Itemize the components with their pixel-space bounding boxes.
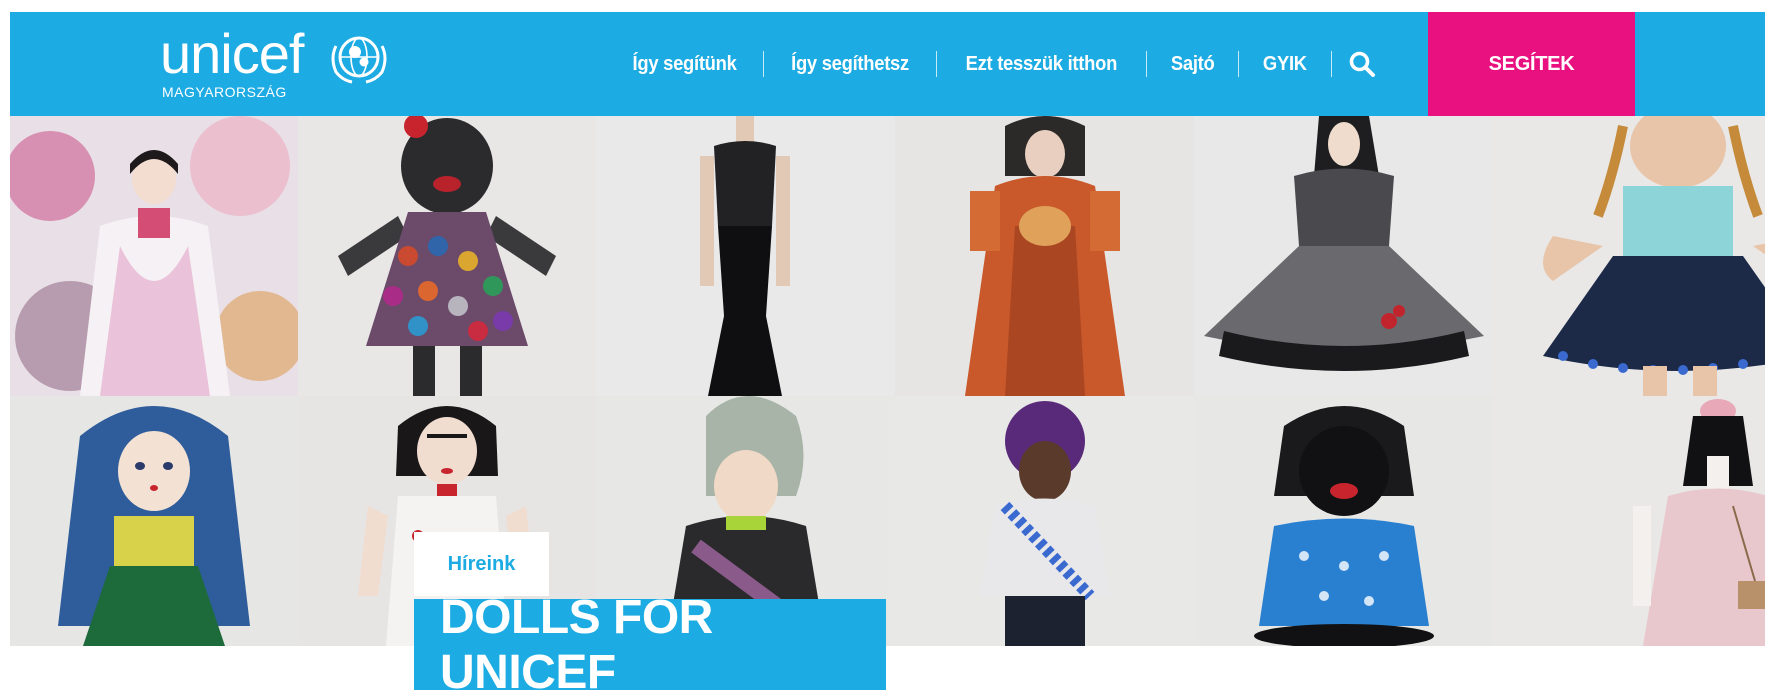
doll-photo-black-gown [596,116,895,396]
page-title: DOLLS FOR UNICEF [414,591,886,690]
doll-photo-floral-kimono [10,116,298,396]
news-category-tag[interactable]: Híreink [414,532,549,596]
search-button[interactable] [1332,12,1392,116]
doll-photo-blue-print-dress [1194,396,1493,646]
nav-divider [763,51,765,77]
logo-wordmark: unicef [160,22,304,85]
nav-divider [1238,51,1240,77]
nav-item-gyik[interactable]: GYIK [1243,53,1327,76]
doll-photo-grid [10,116,1765,646]
nav-item-sajto[interactable]: Sajtó [1150,53,1234,76]
donate-button[interactable]: SEGÍTEK [1428,12,1635,116]
nav-item-igy-segitunk[interactable]: Így segítünk [612,53,757,76]
doll-photo-blue-yarn-hair [10,396,298,646]
unicef-emblem-icon [331,36,387,84]
site-header: unicef MAGYARORSZÁG Így segítünk Így seg… [10,12,1765,116]
doll-photo-orange-robe [895,116,1194,396]
doll-photo-purple-hair [895,396,1194,646]
logo-country: MAGYARORSZÁG [162,84,287,100]
doll-photo-fur-skirt [1194,116,1493,396]
nav-item-ezt-tesszuk-itthon[interactable]: Ezt tesszük itthon [946,53,1138,76]
doll-photo-sequin-dress [298,116,596,396]
unicef-logo[interactable]: unicef MAGYARORSZÁG [160,26,390,106]
main-nav: Így segítünk Így segíthetsz Ezt tesszük … [606,12,1392,116]
search-icon [1349,51,1375,77]
nav-divider [936,51,938,77]
nav-item-igy-segithetsz[interactable]: Így segíthetsz [771,53,929,76]
nav-divider [1145,51,1147,77]
doll-photo-pink-coat [1493,396,1765,646]
doll-photo-cloth-doll-skirt [1493,116,1765,396]
